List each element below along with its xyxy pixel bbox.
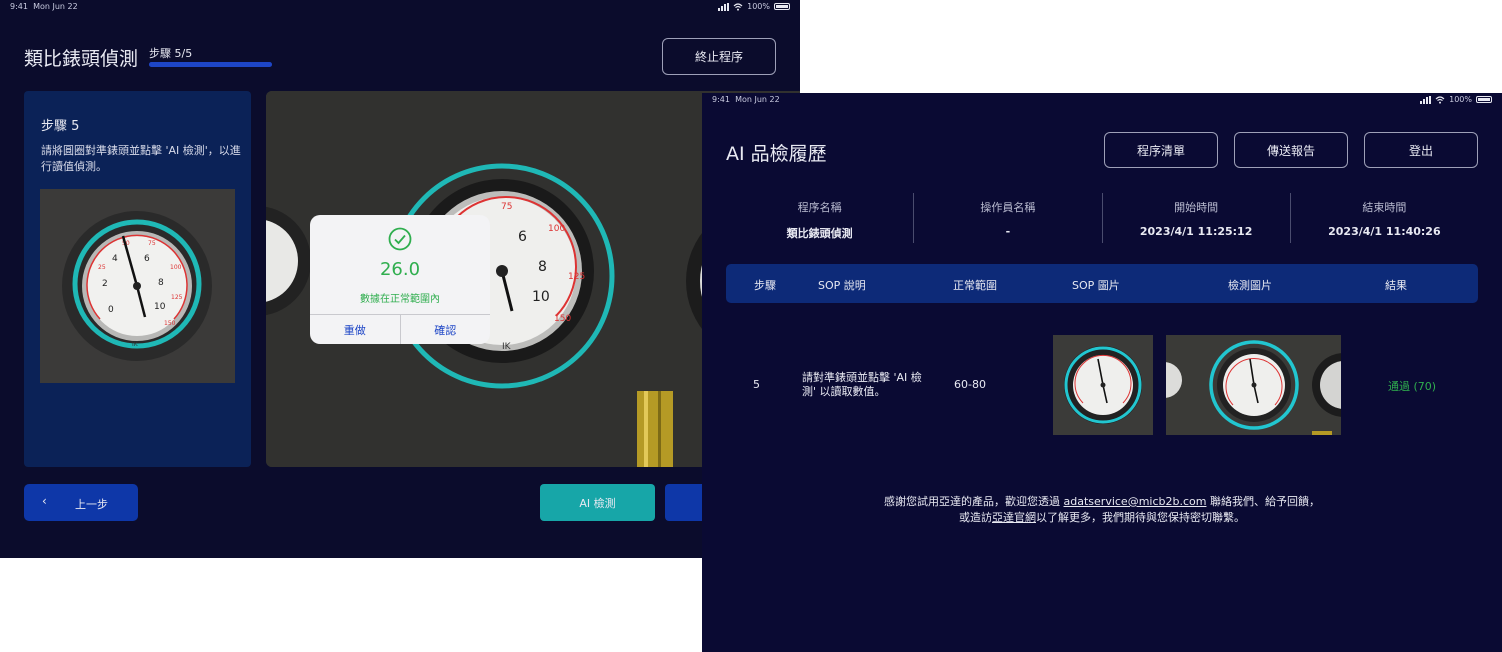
step-description: 請將圓圈對準錶頭並點擊 'AI 檢測'，以進行讀值偵測。 <box>41 144 241 173</box>
svg-text:25: 25 <box>98 264 106 271</box>
confirm-button[interactable]: 確認 <box>399 315 491 344</box>
row-step: 5 <box>753 378 760 391</box>
step-indicator: 步驟 5/5 <box>149 47 193 60</box>
battery-percent: 100% <box>1449 95 1472 104</box>
footer-text: 感謝您試用亞達的產品，歡迎您透過 <box>884 495 1064 508</box>
ai-detect-button[interactable]: AI 檢測 <box>540 484 655 521</box>
status-bar: 9:41 Mon Jun 22 100% <box>702 93 1502 107</box>
meta-value: 類比錶頭偵測 <box>786 227 853 240</box>
stop-procedure-button[interactable]: 終止程序 <box>662 38 776 75</box>
svg-text:2: 2 <box>102 279 108 289</box>
page-title: AI 品檢履歷 <box>726 143 827 165</box>
step-progress-bar <box>149 62 272 67</box>
status-date: Mon Jun 22 <box>33 2 78 11</box>
table-row[interactable]: 5 請對準錶頭並點擊 'AI 檢測' 以讀取數值。 60-80 通過 (70) <box>726 325 1478 435</box>
svg-text:150: 150 <box>164 320 176 327</box>
status-time: 9:41 <box>712 95 730 104</box>
meta-start-time: 開始時間 2023/4/1 11:25:12 <box>1101 193 1290 243</box>
sop-image-thumbnail[interactable] <box>1053 335 1153 435</box>
status-bar: 9:41 Mon Jun 22 100% <box>0 0 800 14</box>
svg-text:IK: IK <box>502 342 512 352</box>
svg-text:125: 125 <box>568 272 585 282</box>
meta-operator-name: 操作員名稱 - <box>913 193 1101 243</box>
row-description: 請對準錶頭並點擊 'AI 檢測' 以讀取數值。 <box>802 371 922 398</box>
svg-text:10: 10 <box>532 289 550 305</box>
svg-text:75: 75 <box>148 240 156 247</box>
progress-fill <box>149 62 272 67</box>
meta-label: 開始時間 <box>1174 201 1219 214</box>
svg-text:0: 0 <box>108 305 114 315</box>
range-message: 數據在正常範圍內 <box>360 294 440 305</box>
battery-icon <box>1476 96 1492 103</box>
svg-text:6: 6 <box>518 229 527 245</box>
sop-gauge-thumb <box>1053 335 1153 435</box>
meta-procedure-name: 程序名稱類比錶頭偵測 <box>726 193 913 243</box>
table-header: 步驟 SOP 說明 正常範圍 SOP 圖片 檢測圖片 結果 <box>726 264 1478 303</box>
svg-text:100: 100 <box>548 224 565 234</box>
svg-text:75: 75 <box>501 202 512 212</box>
footer-message: 感謝您試用亞達的產品，歡迎您透過 adatservice@micb2b.com … <box>702 494 1502 526</box>
battery-percent: 100% <box>747 2 770 11</box>
support-email-link[interactable]: adatservice@micb2b.com <box>1064 495 1207 508</box>
svg-text:150: 150 <box>554 314 571 324</box>
detected-value: 26.0 <box>379 259 421 280</box>
svg-text:6: 6 <box>144 254 150 264</box>
step-heading: 步驟 5 <box>41 119 80 134</box>
svg-text:100: 100 <box>170 264 182 271</box>
dialog-actions: 重做 確認 <box>310 314 490 344</box>
detection-gauge-thumb <box>1166 335 1341 435</box>
svg-text:4: 4 <box>112 254 118 264</box>
page-title: 類比錶頭偵測 <box>24 48 139 70</box>
previous-step-label: 上一步 <box>75 498 108 511</box>
send-report-button[interactable]: 傳送報告 <box>1234 132 1348 168</box>
footer-text: 聯絡我們、給予回饋， <box>1206 495 1320 508</box>
detection-image-thumbnail[interactable] <box>1166 335 1341 435</box>
signal-icon <box>1420 95 1432 104</box>
previous-step-button[interactable]: ‹ 上一步 <box>24 484 138 521</box>
footer-text: 以了解更多，我們期待與您保持密切聯繫。 <box>1036 511 1245 524</box>
header-sop-desc: SOP 說明 <box>818 279 866 292</box>
header-detect-image: 檢測圖片 <box>1228 279 1272 292</box>
meta-label: 操作員名稱 <box>980 201 1036 214</box>
status-time: 9:41 <box>10 2 28 11</box>
svg-text:125: 125 <box>171 294 183 301</box>
header-step: 步驟 <box>754 279 776 292</box>
inspection-history-screen: 9:41 Mon Jun 22 100% AI 品檢履歷 程序清單 傳送報告 登… <box>702 93 1502 652</box>
procedure-list-button[interactable]: 程序清單 <box>1104 132 1218 168</box>
detection-result-dialog: 26.0 數據在正常範圍內 重做 確認 <box>310 215 490 344</box>
svg-text:10: 10 <box>154 302 166 312</box>
signal-icon <box>718 2 730 11</box>
chevron-left-icon: ‹ <box>42 494 47 508</box>
svg-text:8: 8 <box>158 278 164 288</box>
status-date: Mon Jun 22 <box>735 95 780 104</box>
footer-text: 或造訪 <box>959 511 992 524</box>
meta-label: 程序名稱 <box>797 201 842 214</box>
wifi-icon <box>1435 95 1445 104</box>
wifi-icon <box>733 2 743 11</box>
meta-end-time: 結束時間 2023/4/1 11:40:26 <box>1289 193 1478 243</box>
meta-value: - <box>1005 225 1011 238</box>
row-range: 60-80 <box>954 378 986 391</box>
official-site-link[interactable]: 亞達官網 <box>992 511 1036 524</box>
header-result: 結果 <box>1385 279 1407 292</box>
logout-button[interactable]: 登出 <box>1364 132 1478 168</box>
svg-text:8: 8 <box>538 259 547 275</box>
check-circle-icon <box>388 227 412 251</box>
battery-icon <box>774 3 790 10</box>
gauge-detection-screen: 9:41 Mon Jun 22 100% 類比錶頭偵測 步驟 5/5 終止程序 … <box>0 0 800 558</box>
header-range: 正常範圍 <box>953 279 997 292</box>
retry-button[interactable]: 重做 <box>310 315 400 344</box>
meta-value: 2023/4/1 11:40:26 <box>1328 225 1441 238</box>
row-result: 通過 (70) <box>1388 380 1437 393</box>
header-sop-image: SOP 圖片 <box>1072 279 1120 292</box>
step-instruction-card: 步驟 5 請將圓圈對準錶頭並點擊 'AI 檢測'，以進行讀值偵測。 024681… <box>24 91 251 467</box>
meta-label: 結束時間 <box>1362 201 1407 214</box>
sop-gauge-photo: 0246810 255075100125150 IK <box>40 189 235 383</box>
procedure-meta: 程序名稱 類比錶頭偵測 操作員名稱 - 開始時間 2023/4/1 11:25:12 … <box>726 193 1478 243</box>
meta-value: 2023/4/1 11:25:12 <box>1139 225 1253 238</box>
gauge-image: 0246810 255075100125150 IK <box>40 189 235 383</box>
